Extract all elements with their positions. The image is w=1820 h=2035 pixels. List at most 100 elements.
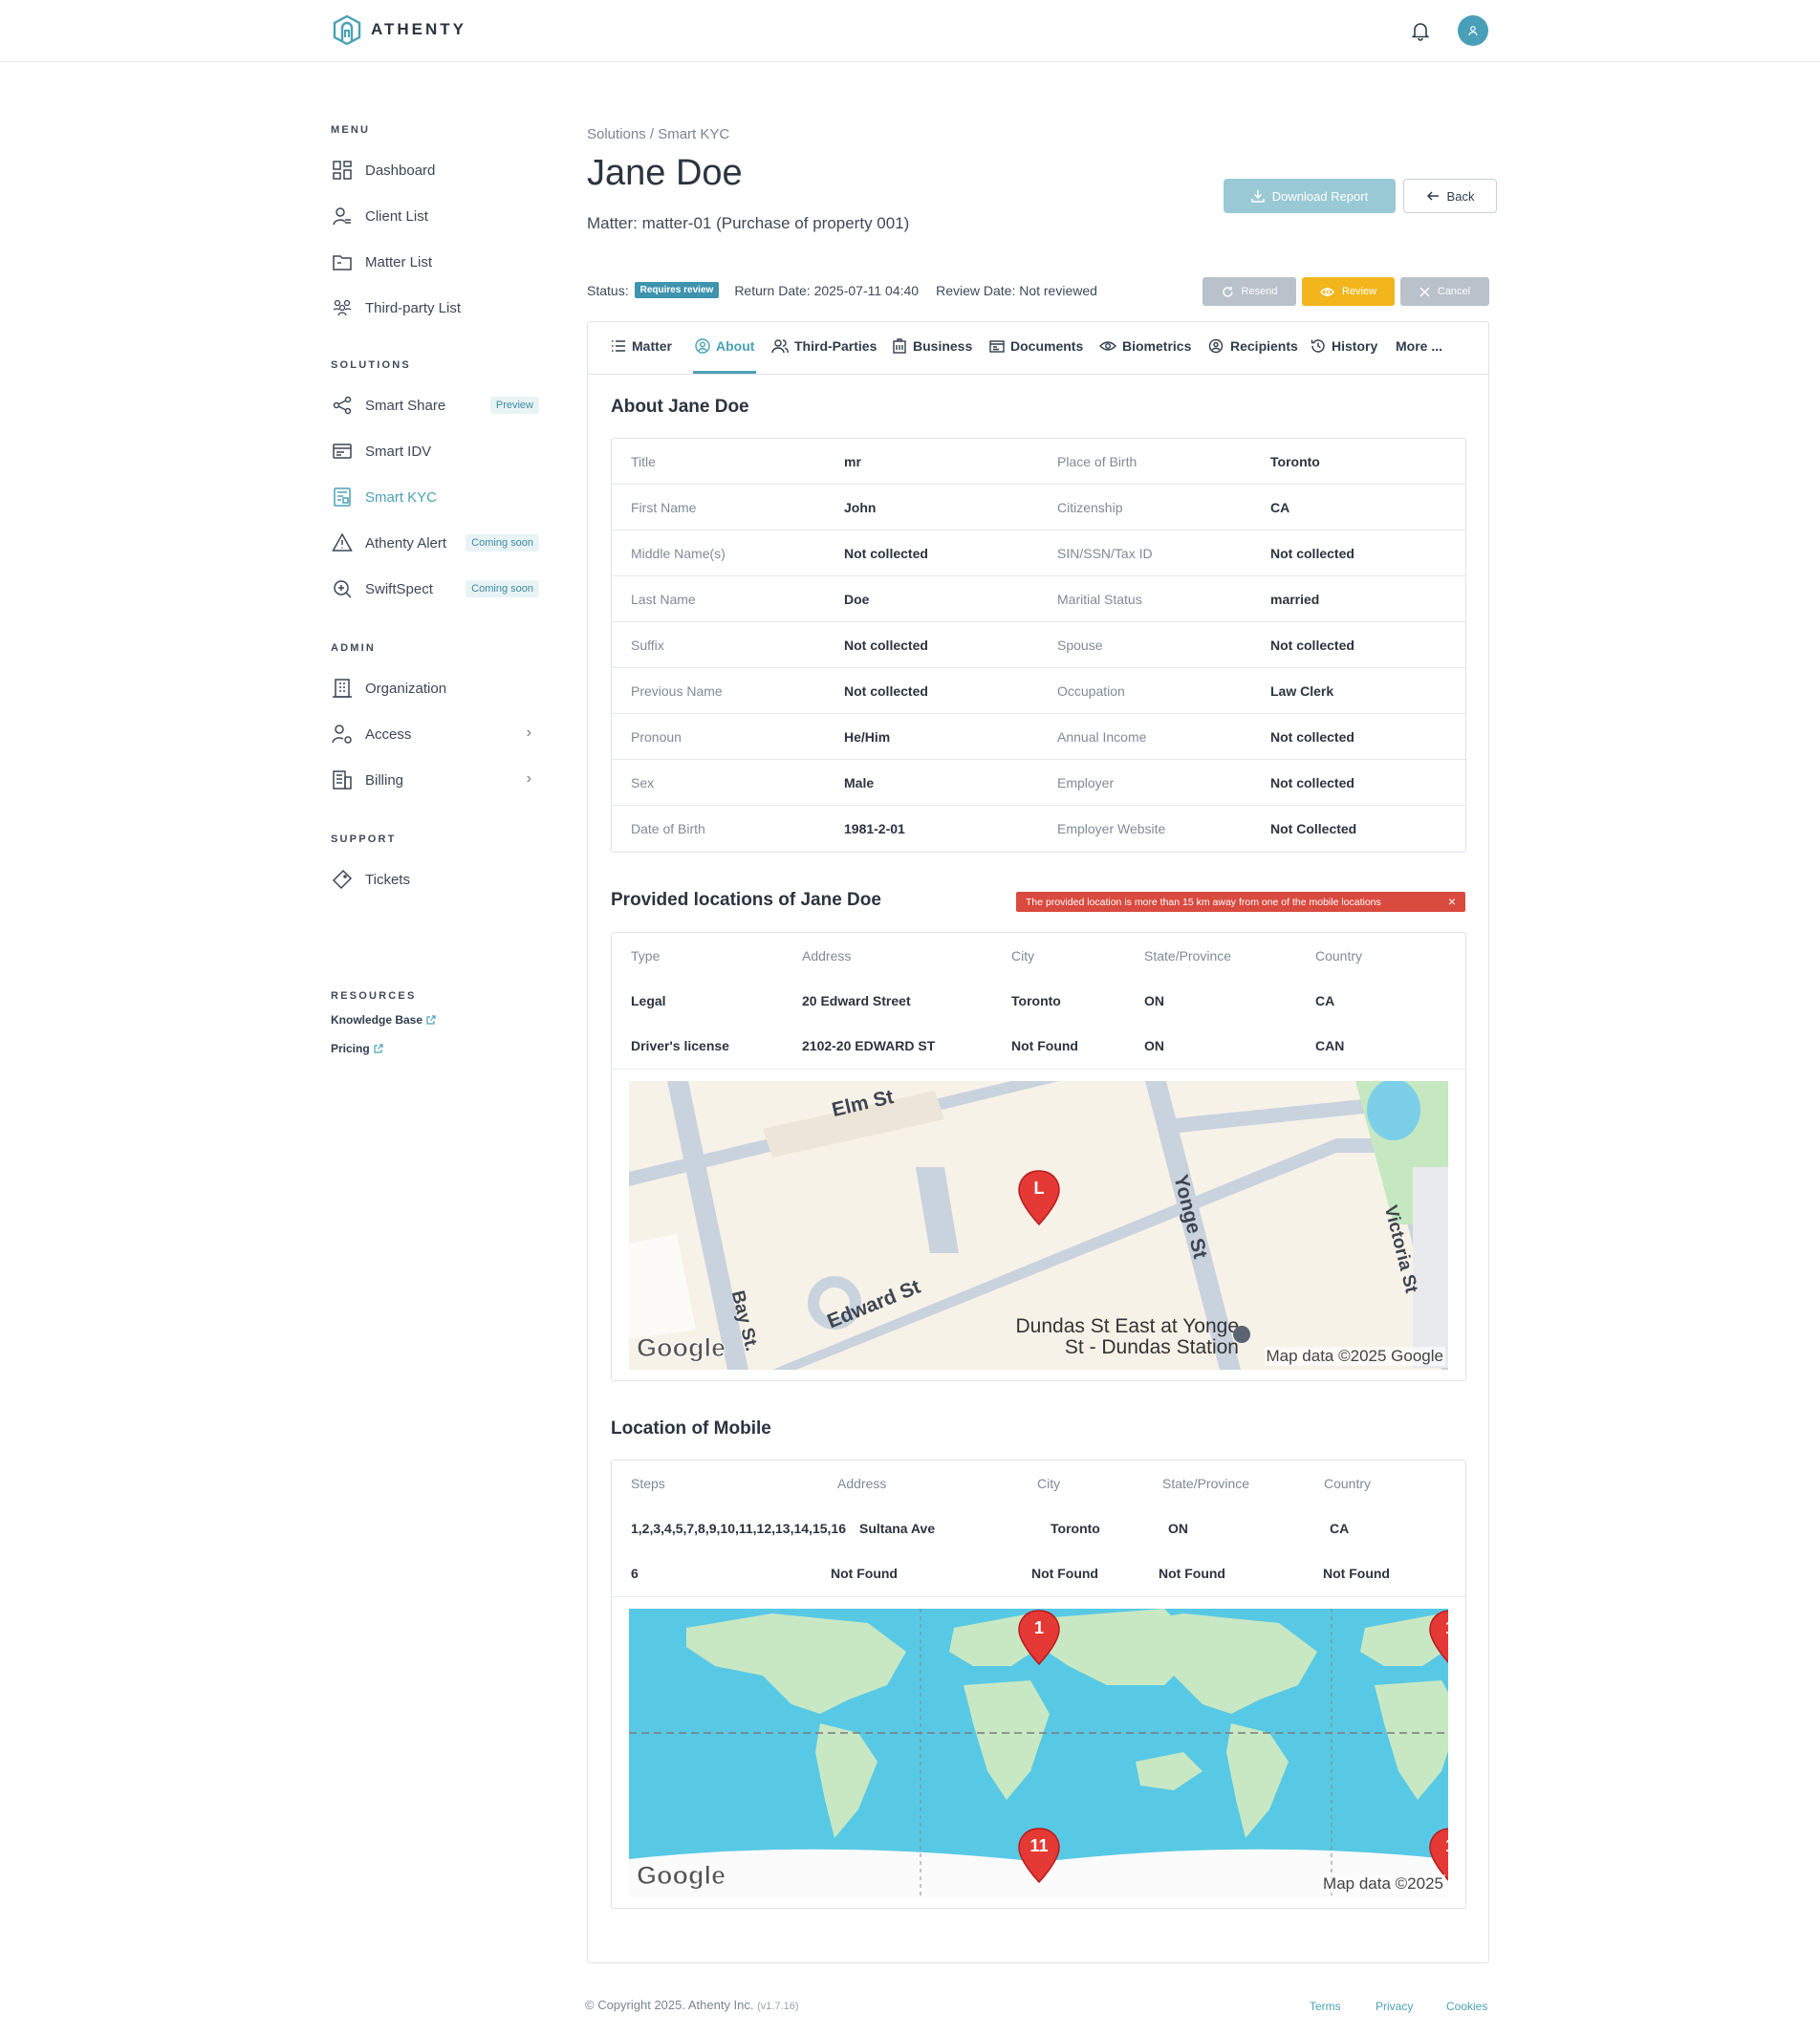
sidebar-item-organization[interactable]: Organization bbox=[331, 665, 551, 711]
field-value: Male bbox=[844, 775, 875, 790]
user-settings-icon bbox=[331, 723, 354, 746]
tab-business[interactable]: Business bbox=[892, 338, 972, 354]
about-row: Middle Name(s) Not collected SIN/SSN/Tax I… bbox=[612, 530, 1465, 576]
table-cell: 2102-20 EDWARD ST bbox=[802, 1038, 936, 1053]
sidebar-item-billing[interactable]: Billing › bbox=[331, 757, 551, 803]
footer-terms-link[interactable]: Terms bbox=[1310, 2000, 1341, 2013]
knowledge-base-link[interactable]: Knowledge Base bbox=[331, 1006, 551, 1034]
table-cell: Toronto bbox=[1011, 993, 1061, 1008]
zoom-search-icon bbox=[331, 577, 354, 600]
station-label: Dundas St East at Yonge St - Dundas Stat… bbox=[977, 1316, 1239, 1358]
tab-history[interactable]: History bbox=[1311, 338, 1377, 354]
kyc-document-icon bbox=[331, 486, 354, 509]
breadcrumb[interactable]: Solutions / Smart KYC bbox=[587, 126, 729, 142]
user-list-icon bbox=[331, 205, 354, 227]
sidebar-item-athenty-alert[interactable]: Athenty Alert Coming soon bbox=[331, 520, 551, 566]
sidebar-item-smart-idv[interactable]: Smart IDV bbox=[331, 428, 551, 474]
provided-location-map[interactable]: Elm St Yonge St Victoria St Bay St. Edwa… bbox=[629, 1081, 1448, 1370]
footer-cookies-link[interactable]: Cookies bbox=[1446, 2000, 1487, 2013]
tab-third-parties[interactable]: Third-Parties bbox=[771, 338, 877, 354]
user-avatar[interactable] bbox=[1458, 15, 1488, 46]
tab-biometrics[interactable]: Biometrics bbox=[1099, 338, 1191, 354]
share-icon bbox=[331, 394, 354, 417]
field-value: Doe bbox=[844, 592, 870, 607]
sidebar-item-smart-share[interactable]: Smart Share Preview bbox=[331, 382, 551, 428]
sidebar-item-label: Client List bbox=[365, 207, 428, 225]
tab-documents[interactable]: Documents bbox=[989, 338, 1083, 354]
mobile-locations-rows: Steps Address City State/Province Country 1,2… bbox=[612, 1461, 1465, 1595]
station-label-line: Dundas St East at Yonge bbox=[1015, 1315, 1239, 1337]
field-value: Not collected bbox=[1270, 638, 1354, 653]
table-cell: 6 bbox=[631, 1566, 639, 1581]
resources-section-title: RESOURCES bbox=[331, 990, 417, 1002]
page-title: Jane Doe bbox=[587, 153, 743, 193]
map-pin-legal[interactable]: L bbox=[1017, 1169, 1061, 1226]
field-value: Not collected bbox=[844, 546, 928, 561]
field-value: John bbox=[844, 500, 877, 515]
eye-icon bbox=[1099, 341, 1116, 351]
sidebar-item-matter-list[interactable]: Matter List bbox=[331, 239, 551, 285]
field-label: Maritial Status bbox=[1057, 592, 1142, 607]
external-link-icon bbox=[426, 1015, 436, 1025]
group-icon bbox=[331, 296, 354, 319]
sidebar-item-third-party-list[interactable]: Third-party List bbox=[331, 285, 551, 331]
sidebar-item-smart-kyc[interactable]: Smart KYC bbox=[331, 474, 551, 520]
tab-about[interactable]: About bbox=[695, 338, 754, 354]
pin-label: 11 bbox=[1029, 1836, 1049, 1855]
field-value: Toronto bbox=[1270, 454, 1320, 469]
field-label: Employer Website bbox=[1057, 821, 1166, 836]
cancel-button[interactable]: Cancel bbox=[1400, 277, 1489, 306]
map-pin-step-11[interactable]: 11 bbox=[1017, 1827, 1061, 1884]
sidebar-item-label: Matter List bbox=[365, 253, 433, 271]
field-label: Occupation bbox=[1057, 683, 1125, 699]
tab-label: Matter bbox=[632, 338, 673, 354]
table-row: Legal 20 Edward Street Toronto ON CA bbox=[612, 978, 1465, 1023]
document-icon bbox=[989, 340, 1005, 353]
button-label: Download Report bbox=[1271, 188, 1369, 204]
table-cell: Not Found bbox=[1011, 1038, 1078, 1053]
user-icon bbox=[1468, 26, 1478, 36]
table-cell: CAN bbox=[1315, 1038, 1345, 1053]
field-label: Citizenship bbox=[1057, 500, 1123, 515]
app-logo[interactable]: ATHENTY bbox=[333, 14, 466, 45]
review-button[interactable]: Review bbox=[1302, 277, 1395, 306]
download-report-button[interactable]: Download Report bbox=[1224, 179, 1396, 213]
sidebar-item-tickets[interactable]: Tickets bbox=[331, 856, 551, 902]
map-pin-steps[interactable]: 1 bbox=[1017, 1609, 1061, 1666]
map-pin-repeat-top[interactable]: 1 bbox=[1428, 1609, 1448, 1666]
id-card-icon bbox=[331, 440, 354, 463]
mobile-location-map[interactable]: 1 11 1 1 Google Map data ©2025 bbox=[629, 1609, 1448, 1897]
field-label: Previous Name bbox=[631, 683, 723, 699]
pricing-link[interactable]: Pricing bbox=[331, 1034, 551, 1063]
about-row: Date of Birth 1981-2-01 Employer Website No… bbox=[612, 806, 1465, 852]
column-header: Type bbox=[631, 948, 661, 963]
top-bar: ATHENTY bbox=[0, 0, 1820, 62]
arrow-left-icon bbox=[1426, 191, 1439, 201]
sidebar-item-dashboard[interactable]: Dashboard bbox=[331, 147, 551, 193]
column-header: City bbox=[1011, 948, 1035, 963]
provided-locations-rows: Type Address City State/Province Country Lega… bbox=[612, 933, 1465, 1068]
notification-bell-icon[interactable] bbox=[1409, 19, 1432, 42]
tab-label: History bbox=[1332, 338, 1378, 354]
table-cell: Not Found bbox=[1031, 1566, 1098, 1581]
divider bbox=[612, 1069, 1465, 1070]
tab-more[interactable]: More ... bbox=[1396, 338, 1442, 354]
sidebar-item-label: Billing bbox=[365, 771, 404, 789]
alert-close-icon[interactable]: × bbox=[1448, 894, 1456, 909]
table-cell: 1,2,3,4,5,7,8,9,10,11,12,13,14,15,16 bbox=[631, 1521, 846, 1536]
field-label: Sex bbox=[631, 775, 655, 790]
station-label-line: St - Dundas Station bbox=[1064, 1336, 1239, 1358]
users-icon bbox=[771, 339, 789, 354]
sidebar-item-label: SwiftSpect bbox=[365, 580, 433, 597]
resend-button[interactable]: Resend bbox=[1202, 277, 1296, 306]
tab-recipients[interactable]: Recipients bbox=[1207, 338, 1298, 354]
sidebar-item-client-list[interactable]: Client List bbox=[331, 193, 551, 239]
map-attribution: Map data ©2025 bbox=[1321, 1874, 1445, 1894]
table-header-row: Steps Address City State/Province Country bbox=[612, 1461, 1465, 1505]
sidebar-item-swiftspect[interactable]: SwiftSpect Coming soon bbox=[331, 566, 551, 612]
tab-matter[interactable]: Matter bbox=[611, 338, 672, 354]
chevron-right-icon: › bbox=[526, 725, 531, 741]
back-button[interactable]: Back bbox=[1403, 179, 1497, 213]
sidebar-item-access[interactable]: Access › bbox=[331, 711, 551, 757]
footer-privacy-link[interactable]: Privacy bbox=[1376, 2000, 1413, 2013]
